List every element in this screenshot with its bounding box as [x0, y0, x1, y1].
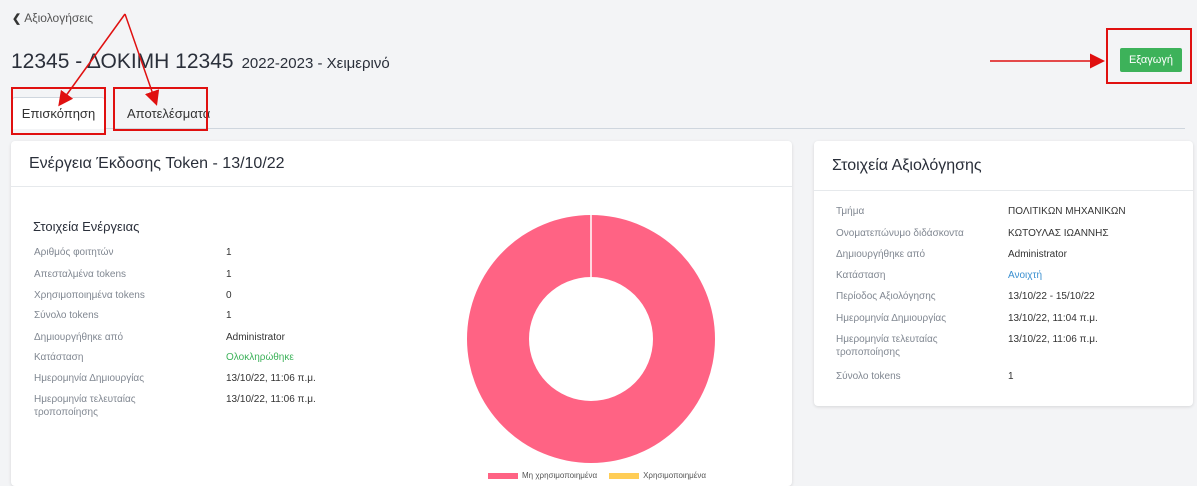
evaluation-detail-row-key: Ημερομηνία Δημιουργίας [836, 313, 947, 324]
evaluation-detail-row-value: 13/10/22, 11:06 π.μ. [1008, 334, 1098, 345]
evaluation-detail-row-value: Administrator [1008, 249, 1067, 260]
action-details-title: Στοιχεία Ενέργειας [33, 219, 140, 234]
token-detail-row-value: Administrator [226, 332, 285, 343]
evaluation-detail-row: Σύνολο tokens 1 [836, 370, 1197, 400]
token-detail-row-key: Κατάσταση [34, 352, 84, 363]
annotation-box-overview [11, 87, 106, 135]
page-title: 12345 - ΔΟΚΙΜΗ 12345 2022-2023 - Χειμερι… [11, 50, 390, 74]
token-detail-row-key: Ημερομηνία Δημιουργίας [34, 373, 145, 384]
token-donut-chart [467, 215, 715, 463]
token-detail-row-value: 1 [226, 247, 232, 258]
evaluation-detail-row: Ημερομηνία τελευταίας τροποποίησης 13/10/… [836, 333, 1197, 363]
token-card-title: Ενέργεια Έκδοσης Token - 13/10/22 [11, 141, 792, 187]
token-detail-row-value: 0 [226, 290, 232, 301]
token-detail-row-key: Αριθμός φοιτητών [34, 247, 114, 258]
page-title-main: 12345 - ΔΟΚΙΜΗ 12345 [11, 50, 234, 73]
token-detail-row-value: 1 [226, 310, 232, 321]
legend-swatch-unused [488, 472, 518, 479]
token-detail-row-key: Χρησιμοποιημένα tokens [34, 290, 145, 301]
page-subtitle: 2022-2023 - Χειμερινό [241, 55, 390, 72]
evaluation-detail-row-value: ΠΟΛΙΤΙΚΩΝ ΜΗΧΑΝΙΚΩΝ [1008, 206, 1126, 217]
annotation-box-export [1106, 28, 1192, 84]
evaluation-detail-row-key: Ημερομηνία τελευταίας τροποποίησης [836, 334, 938, 358]
evaluation-detail-row-key: Ονοματεπώνυμο διδάσκοντα [836, 228, 964, 239]
legend-swatch-used [609, 472, 640, 479]
token-detail-row-value: 13/10/22, 11:06 π.μ. [226, 394, 316, 405]
evaluation-card-title: Στοιχεία Αξιολόγησης [814, 141, 1193, 191]
evaluation-detail-row-value: 13/10/22 - 15/10/22 [1008, 291, 1095, 302]
evaluation-detail-row-key: Δημιουργήθηκε από [836, 249, 926, 260]
token-action-card: Ενέργεια Έκδοσης Token - 13/10/22 Στοιχε… [11, 141, 792, 486]
chart-legend: Μη χρησιμοποιημένα Χρησιμοποιημένα [488, 471, 706, 480]
back-link[interactable]: ❮ Αξιολογήσεις [12, 11, 93, 25]
evaluation-detail-row-key: Περίοδος Αξιολόγησης [836, 291, 936, 302]
legend-label-unused: Μη χρησιμοποιημένα [522, 471, 598, 480]
token-detail-row-key: Απεσταλμένα tokens [34, 269, 127, 280]
token-detail-row-key: Σύνολο tokens [34, 310, 99, 321]
token-detail-row: Ημερομηνία τελευταίας τροποποίησης 13/10/… [34, 393, 434, 423]
chevron-left-icon: ❮ [12, 12, 22, 25]
token-detail-row-value: Ολοκληρώθηκε [226, 352, 294, 363]
token-detail-row-key: Ημερομηνία τελευταίας τροποποίησης [34, 394, 136, 418]
evaluation-detail-row-key: Σύνολο tokens [836, 371, 901, 382]
token-detail-row-value: 1 [226, 269, 232, 280]
token-detail-row-value: 13/10/22, 11:06 π.μ. [226, 373, 316, 384]
evaluation-detail-row-value: 13/10/22, 11:04 π.μ. [1008, 313, 1098, 324]
evaluation-detail-row-value: 1 [1008, 371, 1014, 382]
legend-label-used: Χρησιμοποιημένα [643, 471, 706, 480]
annotation-box-results [113, 87, 208, 131]
evaluation-details-card: Στοιχεία Αξιολόγησης Τμήμα ΠΟΛΙΤΙΚΩΝ ΜΗΧΑ… [814, 141, 1193, 406]
back-link-label: Αξιολογήσεις [24, 11, 94, 25]
evaluation-detail-row-key: Τμήμα [836, 206, 865, 217]
evaluation-detail-row-key: Κατάσταση [836, 270, 886, 281]
evaluation-detail-row-value: ΚΩΤΟΥΛΑΣ ΙΩΑΝΝΗΣ [1008, 228, 1109, 239]
token-detail-row-key: Δημιουργήθηκε από [34, 332, 124, 343]
evaluation-detail-row-value: Ανοιχτή [1008, 270, 1043, 281]
